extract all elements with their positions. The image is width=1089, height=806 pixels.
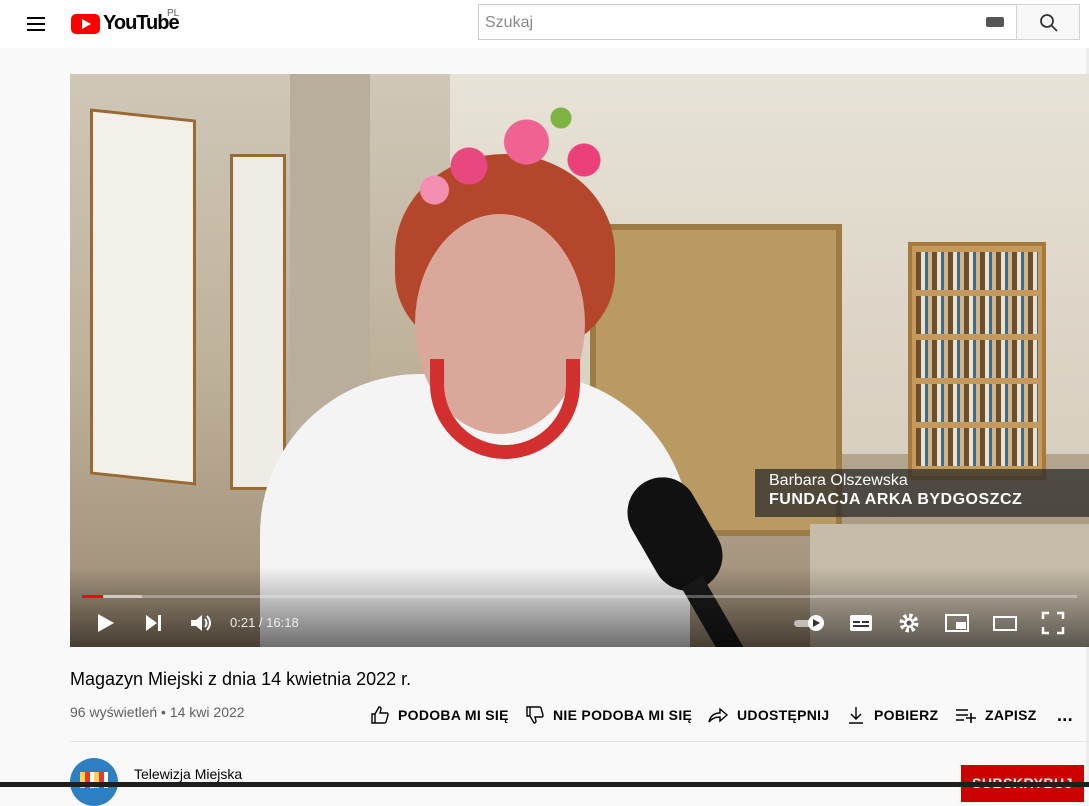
next-icon (146, 615, 161, 631)
subtitles-button[interactable] (848, 610, 874, 636)
video-title: Magazyn Miejski z dnia 14 kwietnia 2022 … (70, 669, 412, 689)
video-meta: 96 wyświetleń • 14 kwi 2022 (70, 704, 245, 720)
youtube-play-logo-icon (71, 13, 100, 34)
controls-gradient (70, 567, 1089, 647)
theater-icon (993, 616, 1017, 631)
download-button[interactable]: POBIERZ (846, 703, 938, 727)
thumbs-up-icon (371, 706, 389, 724)
save-label: ZAPISZ (985, 707, 1037, 723)
download-icon (849, 707, 863, 724)
divider (70, 741, 1089, 742)
play-button[interactable] (94, 610, 118, 636)
youtube-logo[interactable]: YouTube PL (71, 8, 180, 35)
subtitles-icon (850, 615, 872, 631)
time-display: 0:21 / 16:18 (230, 615, 299, 630)
search-button[interactable] (1016, 4, 1080, 40)
share-label: UDOSTĘPNIJ (737, 707, 830, 723)
progress-bar[interactable] (82, 595, 1077, 598)
more-icon: ... (1057, 704, 1073, 725)
search-placeholder: Szukaj (485, 14, 534, 31)
playlist-add-icon (956, 709, 976, 723)
lower-third-overlay: Barbara Olszewska FUNDACJA ARKA BYDGOSZC… (755, 469, 1089, 517)
masthead: YouTube PL Szukaj (0, 0, 1089, 48)
dislike-button[interactable]: NIE PODOBA MI SIĘ (525, 703, 692, 727)
taskbar-edge (0, 782, 1089, 787)
gear-icon (899, 613, 919, 633)
theater-mode-button[interactable] (992, 610, 1018, 636)
video-frame-flower-crown (400, 94, 630, 214)
miniplayer-icon (945, 614, 969, 632)
search-icon (1040, 14, 1058, 32)
autoplay-toggle[interactable] (792, 610, 828, 636)
download-label: POBIERZ (874, 707, 939, 723)
volume-button[interactable] (188, 610, 214, 636)
more-actions-button[interactable]: ... (1057, 703, 1073, 727)
overlay-name: Barbara Olszewska (769, 472, 908, 489)
miniplayer-button[interactable] (944, 610, 970, 636)
channel-name[interactable]: Telewizja Miejska (134, 766, 242, 782)
search-input[interactable]: Szukaj (478, 4, 1016, 40)
video-frame-bookshelf (908, 242, 1046, 480)
dislike-label: NIE PODOBA MI SIĘ (553, 707, 693, 723)
like-label: PODOBA MI SIĘ (398, 707, 509, 723)
fullscreen-icon (1041, 611, 1065, 635)
share-button[interactable]: UDOSTĘPNIJ (707, 703, 829, 727)
video-frame-easel (230, 154, 286, 490)
menu-icon[interactable] (24, 12, 48, 36)
thumbs-down-icon (526, 706, 544, 724)
overlay-organization: FUNDACJA ARKA BYDGOSZCZ (769, 491, 1023, 508)
video-frame-easel (90, 108, 196, 486)
save-button[interactable]: ZAPISZ (955, 703, 1037, 727)
autoplay-icon (794, 615, 824, 631)
like-button[interactable]: PODOBA MI SIĘ (370, 703, 509, 727)
video-player[interactable]: Barbara Olszewska FUNDACJA ARKA BYDGOSZC… (70, 74, 1089, 647)
volume-icon (191, 615, 211, 631)
country-code: PL (167, 8, 180, 19)
keyboard-icon[interactable] (986, 17, 1004, 27)
share-icon (708, 707, 729, 723)
progress-played (82, 595, 104, 598)
fullscreen-button[interactable] (1040, 610, 1066, 636)
settings-button[interactable] (896, 610, 922, 636)
play-icon (98, 614, 114, 632)
next-button[interactable] (142, 610, 166, 636)
